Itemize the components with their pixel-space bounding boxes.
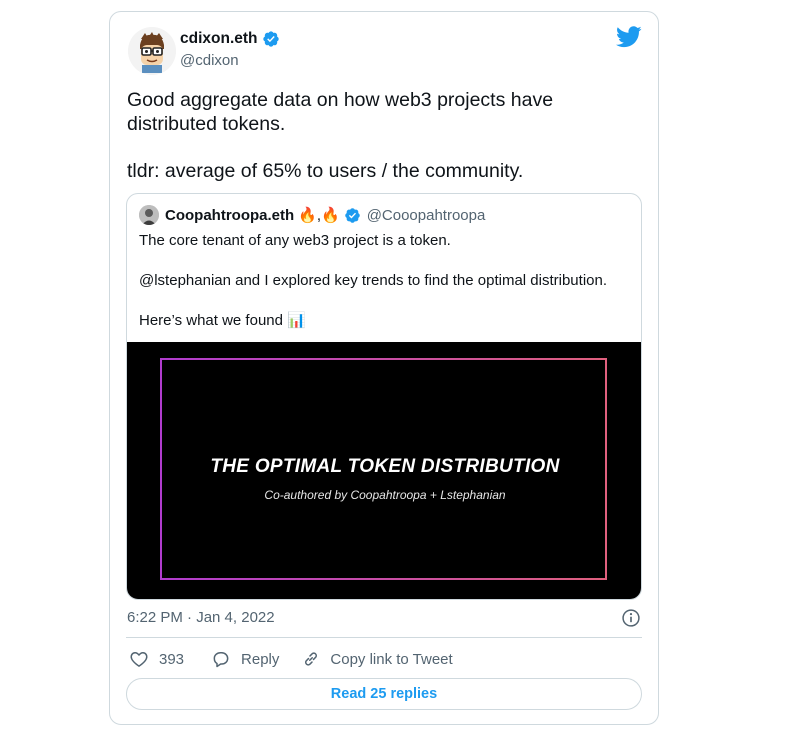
author-handle[interactable]: @cdixon (180, 52, 239, 69)
quoted-text-paragraph-2: @lstephanian and I explored key trends t… (139, 272, 608, 289)
copy-link-button[interactable]: Copy link to Tweet (301, 649, 453, 669)
author-name-row[interactable]: cdixon.eth (180, 30, 280, 48)
quoted-tweet[interactable]: Coopahtroopa.eth 🔥,🔥 @Cooopahtroopa The … (126, 193, 642, 600)
copy-link-label: Copy link to Tweet (330, 650, 453, 668)
verified-badge-icon (262, 31, 279, 47)
reply-button[interactable]: Reply (211, 649, 279, 669)
like-count: 393 (159, 650, 185, 668)
like-button[interactable]: 393 (129, 649, 184, 669)
author-avatar[interactable] (128, 27, 176, 75)
quoted-author-avatar (139, 205, 159, 225)
quoted-tweet-text: The core tenant of any web3 project is a… (139, 231, 634, 351)
media-title: THE OPTIMAL TOKEN DISTRIBUTION (210, 456, 560, 477)
tweet-actions: 393 Reply Copy link to Tweet (129, 649, 453, 669)
media-subtitle: Co-authored by Coopahtroopa + Lstephania… (264, 488, 506, 502)
reply-label: Reply (241, 650, 280, 668)
tweet-card: cdixon.eth @cdixon Good aggregate data o… (109, 11, 659, 725)
quoted-tweet-media[interactable]: THE OPTIMAL TOKEN DISTRIBUTION Co-author… (127, 342, 641, 599)
tweet-text-line-1: Good aggregate data on how web3 projects… (127, 89, 554, 111)
quoted-author-name: Coopahtroopa.eth (165, 206, 295, 224)
heart-icon (130, 652, 148, 667)
tweet-text-line-3: tldr: average of 65% to users / the comm… (127, 160, 524, 182)
link-icon (305, 652, 318, 666)
twitter-bird-icon[interactable] (616, 26, 642, 48)
tweet-text: Good aggregate data on how web3 projects… (127, 88, 642, 183)
quoted-author-handle: @Cooopahtroopa (366, 206, 486, 224)
tweet-text-line-2: distributed tokens. (127, 113, 286, 135)
info-icon[interactable] (621, 608, 641, 628)
read-replies-button[interactable]: Read 25 replies (126, 678, 642, 710)
reply-bubble-icon (213, 652, 229, 668)
verified-badge-icon (344, 207, 360, 223)
tweet-timestamp[interactable]: 6:22 PM · Jan 4, 2022 (127, 609, 275, 626)
divider (126, 637, 642, 638)
author-name[interactable]: cdixon.eth (180, 30, 258, 48)
quoted-tweet-header: Coopahtroopa.eth 🔥,🔥 @Cooopahtroopa (139, 205, 485, 225)
quoted-text-paragraph-1: The core tenant of any web3 project is a… (139, 232, 451, 249)
quoted-author-emoji: 🔥,🔥 (298, 207, 340, 224)
quoted-text-paragraph-3: Here’s what we found 📊 (139, 312, 306, 329)
